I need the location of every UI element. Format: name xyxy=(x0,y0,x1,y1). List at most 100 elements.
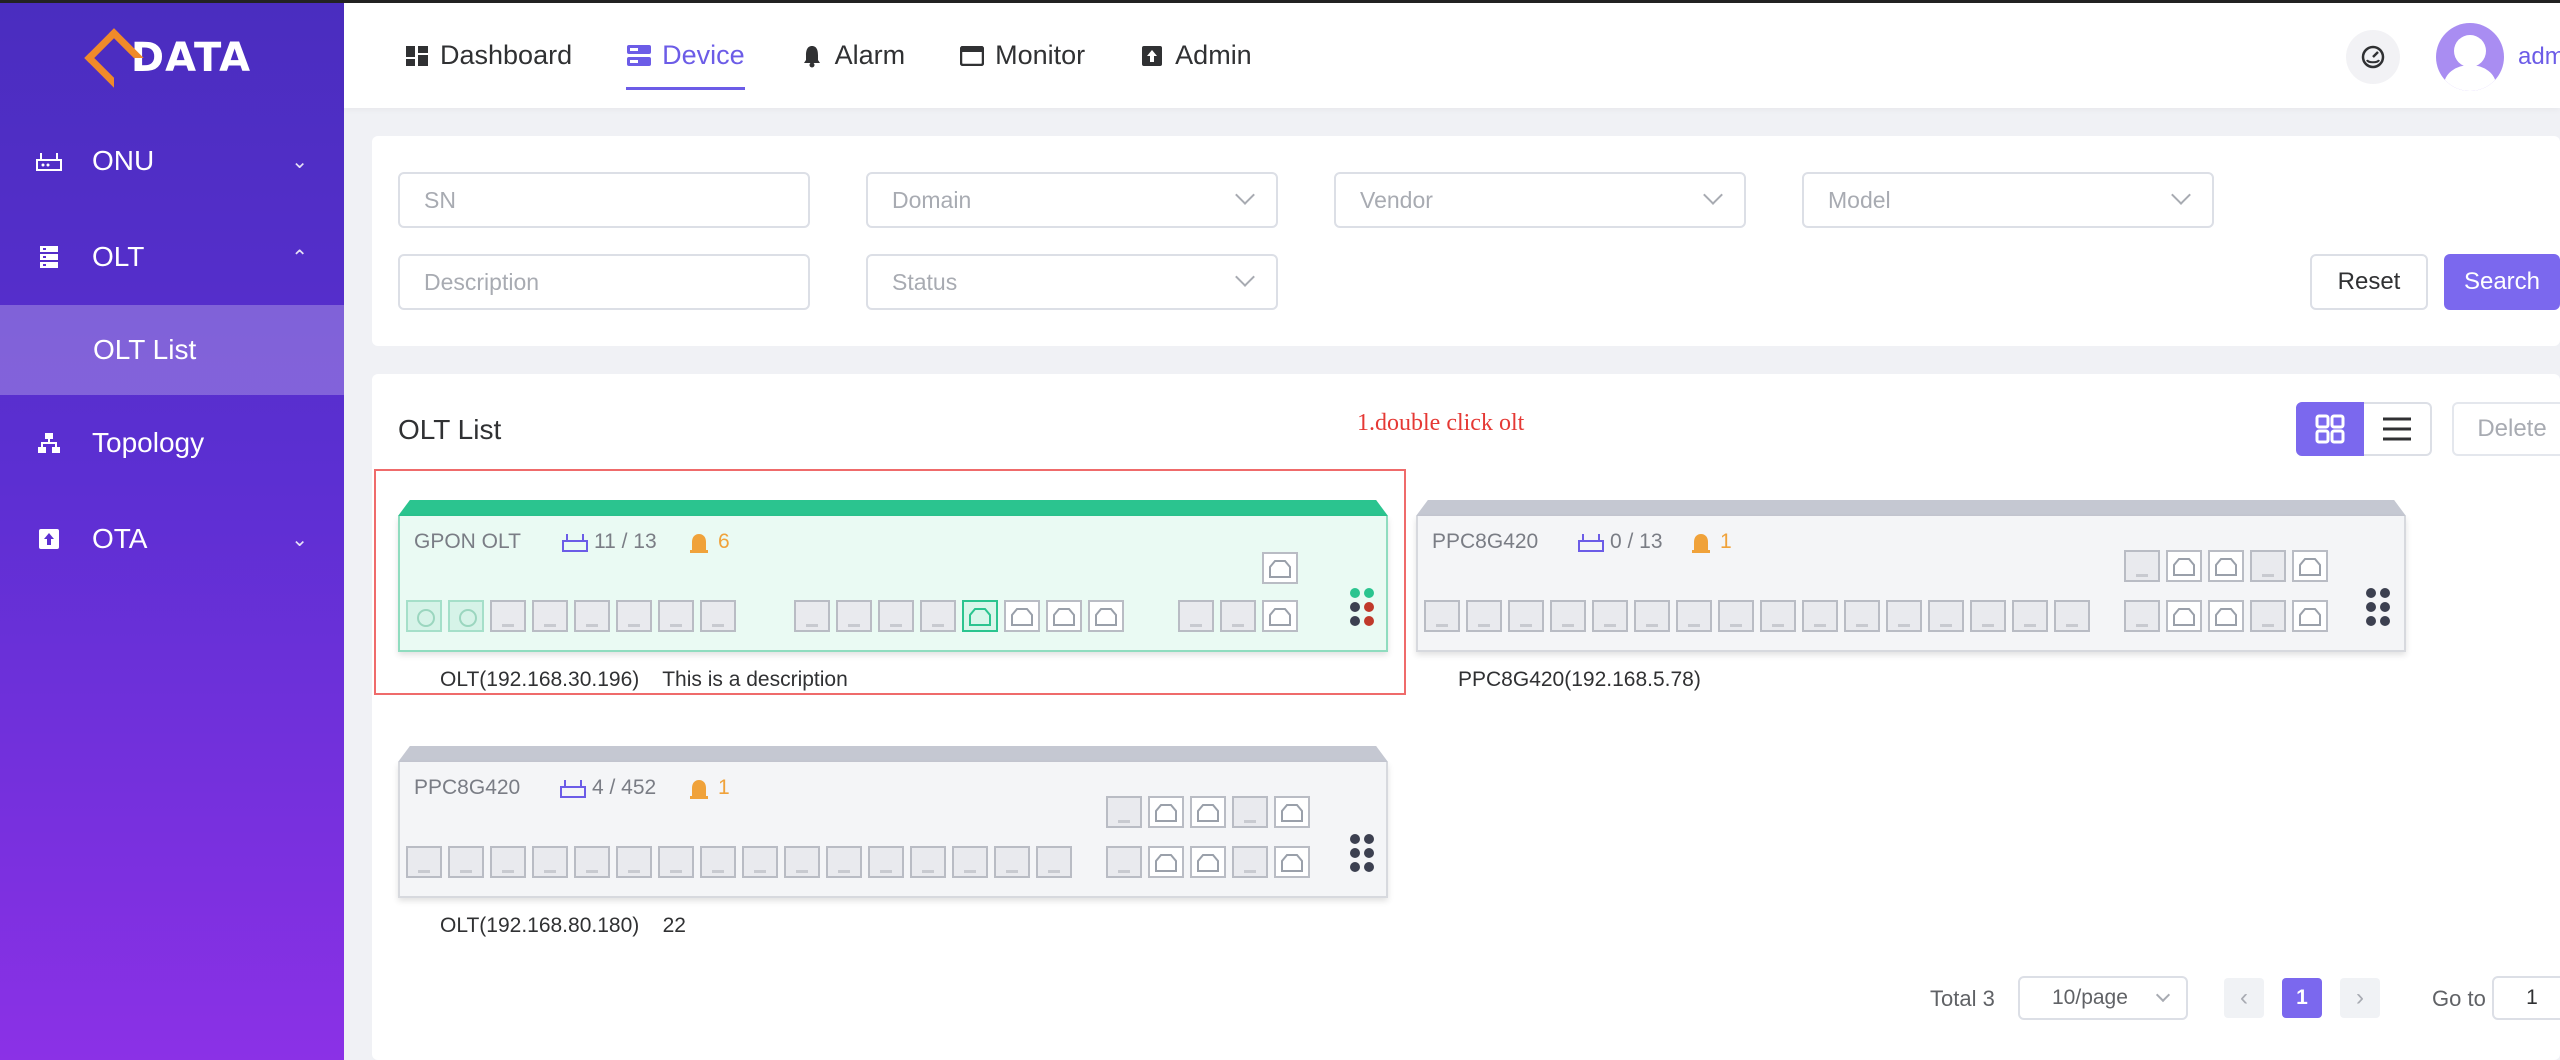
sn-placeholder: SN xyxy=(424,186,456,213)
topology-icon xyxy=(36,430,62,456)
status-select[interactable]: Status xyxy=(866,254,1278,310)
tab-device[interactable]: Device xyxy=(626,2,745,110)
alarm-count-value: 1 xyxy=(1720,530,1732,553)
vendor-select[interactable]: Vendor xyxy=(1334,172,1746,228)
pon-port xyxy=(1634,600,1670,632)
model-select[interactable]: Model xyxy=(1802,172,2214,228)
device-alarm-count: 1 xyxy=(688,776,730,800)
sfp-port xyxy=(406,600,442,632)
dashboard-icon xyxy=(404,43,430,69)
logo-mark: DATA xyxy=(84,28,252,88)
device-body: PPC8G420 0 / 13 1 xyxy=(1416,516,2406,652)
page-size-select[interactable]: 10/page xyxy=(2018,976,2188,1020)
pon-port xyxy=(1718,600,1754,632)
pon-port xyxy=(2250,600,2286,632)
list-icon xyxy=(2383,417,2411,441)
pon-port xyxy=(1844,600,1880,632)
brand-logo[interactable]: DATA xyxy=(0,3,344,113)
sidebar-item-ota[interactable]: OTA ⌄ xyxy=(0,491,344,587)
alarm-count-value: 1 xyxy=(718,776,730,799)
theme-toggle-button[interactable] xyxy=(2346,30,2400,84)
goto-page-input[interactable]: 1 xyxy=(2492,976,2560,1020)
tab-label: Dashboard xyxy=(440,40,573,70)
olt-server-icon xyxy=(36,244,62,270)
page-size-value: 10/page xyxy=(2052,986,2128,1009)
annotation-hint: 1.double click olt xyxy=(1357,410,1525,436)
pon-port xyxy=(742,846,778,878)
device-body: PPC8G420 4 / 452 1 xyxy=(398,762,1388,898)
domain-placeholder: Domain xyxy=(892,186,972,213)
pon-port xyxy=(1106,846,1142,878)
goto-label-wrap: Go to xyxy=(2432,986,2486,1012)
chevron-down-icon xyxy=(1235,267,1255,287)
alarm-light-icon xyxy=(1692,534,1710,553)
pon-port xyxy=(490,600,526,632)
olt-device-card[interactable]: PPC8G420 4 / 452 1 xyxy=(398,746,1388,898)
reset-button[interactable]: Reset xyxy=(2310,254,2428,310)
ethernet-port xyxy=(1190,846,1226,878)
pon-port xyxy=(2250,550,2286,582)
sidebar-item-onu[interactable]: ONU ⌄ xyxy=(0,113,344,209)
sidebar-item-topology[interactable]: Topology xyxy=(0,395,344,491)
monitor-icon xyxy=(959,43,985,69)
device-alarm-count: 1 xyxy=(1690,530,1732,554)
page-number-button[interactable]: 1 xyxy=(2282,978,2322,1018)
olt-device-card[interactable]: GPON OLT 11 / 13 6 xyxy=(398,500,1388,652)
list-view-button[interactable] xyxy=(2364,402,2432,456)
ethernet-port xyxy=(1262,552,1298,584)
username[interactable]: adm xyxy=(2518,43,2560,71)
pon-port xyxy=(574,846,610,878)
onu-router-icon xyxy=(562,534,588,552)
pon-port xyxy=(2012,600,2048,632)
grid-view-button[interactable] xyxy=(2296,402,2364,456)
pon-port xyxy=(2054,600,2090,632)
delete-button[interactable]: Delete xyxy=(2452,402,2560,456)
ethernet-port xyxy=(2166,600,2202,632)
device-caption: OLT(192.168.30.196) This is a descriptio… xyxy=(440,668,848,691)
device-top-strip xyxy=(1416,500,2406,516)
ota-upload-icon xyxy=(36,526,62,552)
alarm-light-icon xyxy=(690,780,708,799)
pon-port xyxy=(2124,550,2160,582)
ethernet-port xyxy=(2208,600,2244,632)
pon-port xyxy=(490,846,526,878)
pon-port xyxy=(784,846,820,878)
onu-count-value: 4 / 452 xyxy=(592,776,657,799)
next-page-button[interactable]: › xyxy=(2340,978,2380,1018)
ethernet-port xyxy=(2208,550,2244,582)
device-top-strip xyxy=(398,500,1388,516)
olt-device-card[interactable]: PPC8G420 0 / 13 1 xyxy=(1416,500,2406,652)
ethernet-port xyxy=(1148,796,1184,828)
prev-page-button[interactable]: ‹ xyxy=(2224,978,2264,1018)
pon-port xyxy=(878,600,914,632)
sidebar-item-olt[interactable]: OLT ⌃ xyxy=(0,209,344,305)
sn-input[interactable]: SN xyxy=(398,172,810,228)
pon-port xyxy=(700,846,736,878)
olt-list-panel: OLT List 1.double click olt Delete GPON … xyxy=(372,374,2560,1060)
search-button[interactable]: Search xyxy=(2444,254,2560,310)
tab-admin[interactable]: Admin xyxy=(1139,2,1252,110)
description-input[interactable]: Description xyxy=(398,254,810,310)
sidebar-subitem-olt-list[interactable]: OLT List xyxy=(0,305,344,395)
avatar[interactable] xyxy=(2436,23,2504,91)
device-top-strip xyxy=(398,746,1388,762)
tab-alarm[interactable]: Alarm xyxy=(799,2,906,110)
pon-port xyxy=(1928,600,1964,632)
chevron-right-icon: › xyxy=(2356,984,2364,1011)
chevron-down-icon: ⌄ xyxy=(291,150,308,173)
tab-label: Alarm xyxy=(834,40,906,70)
onu-router-icon xyxy=(36,148,62,174)
sidebar-item-label: OLT xyxy=(92,241,145,272)
pon-port xyxy=(1592,600,1628,632)
pagination-total: Total 3 xyxy=(1930,986,1995,1012)
pon-port xyxy=(836,600,872,632)
device-onu-count: 0 / 13 xyxy=(1578,530,1663,554)
logo-text: DATA xyxy=(130,35,252,81)
tab-dashboard[interactable]: Dashboard xyxy=(404,2,572,110)
onu-router-icon xyxy=(1578,534,1604,552)
model-placeholder: Model xyxy=(1828,186,1891,213)
list-title: OLT List xyxy=(398,414,502,445)
tab-monitor[interactable]: Monitor xyxy=(959,2,1085,110)
domain-select[interactable]: Domain xyxy=(866,172,1278,228)
pon-port xyxy=(1036,846,1072,878)
